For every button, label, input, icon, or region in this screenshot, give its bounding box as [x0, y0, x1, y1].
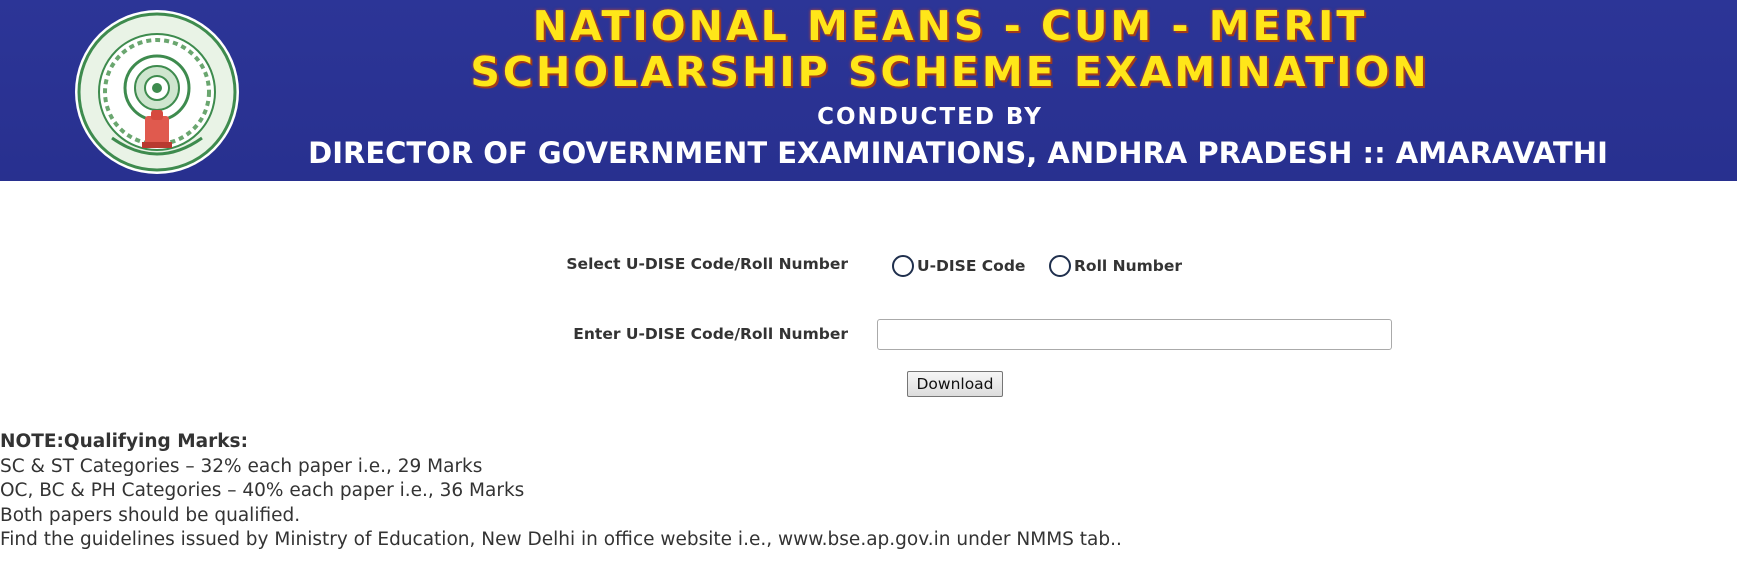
government-emblem-icon: [75, 10, 239, 174]
qualifying-marks-note: NOTE:Qualifying Marks: SC & ST Categorie…: [0, 430, 1122, 553]
banner-title-line-2: SCHOLARSHIP SCHEME EXAMINATION: [470, 48, 1430, 96]
roll-number-radio-label[interactable]: Roll Number: [1074, 257, 1182, 275]
roll-number-radio-circle[interactable]: [1049, 255, 1071, 277]
banner-director: DIRECTOR OF GOVERNMENT EXAMINATIONS, AND…: [308, 136, 1608, 170]
udise-code-radio[interactable]: U-DISE Code: [892, 254, 1025, 278]
select-type-label: Select U-DISE Code/Roll Number: [566, 255, 848, 273]
banner-title-line-1: NATIONAL MEANS - CUM - MERIT: [532, 2, 1368, 50]
download-button[interactable]: Download: [907, 371, 1003, 397]
header-banner: NATIONAL MEANS - CUM - MERIT SCHOLARSHIP…: [0, 0, 1737, 181]
banner-conducted-by: CONDUCTED BY: [817, 104, 1043, 130]
note-line: SC & ST Categories – 32% each paper i.e.…: [0, 455, 483, 477]
note-line: Both papers should be qualified.: [0, 504, 301, 526]
note-line: OC, BC & PH Categories – 40% each paper …: [0, 480, 525, 502]
note-line: Find the guidelines issued by Ministry o…: [0, 529, 1122, 551]
enter-code-label: Enter U-DISE Code/Roll Number: [573, 325, 848, 343]
udise-code-radio-label[interactable]: U-DISE Code: [917, 257, 1025, 275]
code-input[interactable]: [877, 319, 1392, 350]
note-heading: NOTE:Qualifying Marks:: [0, 431, 248, 452]
udise-code-radio-circle[interactable]: [892, 255, 914, 277]
roll-number-radio[interactable]: Roll Number: [1049, 254, 1182, 278]
